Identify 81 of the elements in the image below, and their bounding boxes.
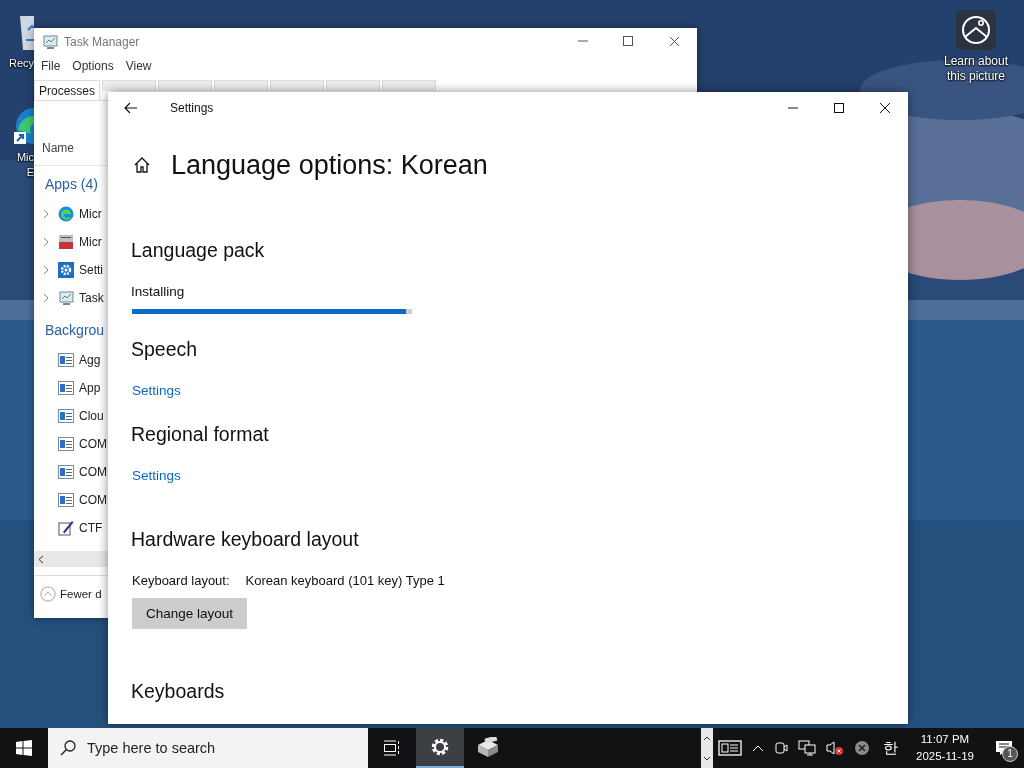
- section-heading: Keyboards: [131, 679, 225, 704]
- process-name[interactable]: Micr: [79, 235, 102, 249]
- scroll-left-icon[interactable]: [38, 554, 44, 564]
- search-field[interactable]: Type here to search: [48, 728, 368, 768]
- field-value: Korean keyboard (101 key) Type 1: [245, 572, 445, 590]
- muted-speaker-icon[interactable]: [826, 740, 844, 756]
- settings-link[interactable]: Settings: [132, 466, 181, 486]
- settings-link[interactable]: Settings: [132, 381, 181, 401]
- window-icon: [58, 353, 74, 367]
- toolbox-icon: [58, 234, 74, 250]
- task-view-icon[interactable]: [383, 740, 401, 756]
- column-header[interactable]: Name: [42, 141, 74, 155]
- scroll-up-icon[interactable]: [703, 735, 711, 741]
- search-icon: [60, 740, 76, 756]
- window-icon: [58, 437, 74, 451]
- window-icon: [58, 465, 74, 479]
- fewer-details-link[interactable]: Fewer d: [60, 588, 102, 600]
- group-header: Apps (4): [45, 176, 98, 192]
- network-icon[interactable]: [798, 740, 816, 756]
- window-icon: [58, 381, 74, 395]
- scrollbar[interactable]: [34, 551, 108, 567]
- close-icon[interactable]: [667, 35, 681, 48]
- window-title: Settings: [170, 101, 215, 115]
- page-heading: Language options: Korean: [171, 149, 488, 181]
- process-name[interactable]: CTF: [79, 521, 103, 535]
- camera-icon[interactable]: [774, 740, 788, 756]
- process-name[interactable]: Micr: [79, 207, 102, 221]
- app-icon: [42, 33, 58, 50]
- home-icon[interactable]: [133, 156, 151, 174]
- maximize-icon[interactable]: [621, 35, 635, 48]
- picture-info-label[interactable]: Learn about this picture: [938, 54, 1014, 84]
- desktop-icon-label[interactable]: Recy: [8, 56, 34, 71]
- notification-badge: 1: [1002, 746, 1018, 762]
- chevron-icon[interactable]: [43, 293, 49, 303]
- back-arrow-icon[interactable]: [124, 102, 138, 114]
- window-icon: [58, 493, 74, 507]
- group-header: Backgrou: [45, 322, 105, 338]
- clock-time[interactable]: 11:07 PM: [920, 731, 970, 748]
- chevron-icon[interactable]: [43, 209, 49, 219]
- process-name[interactable]: COM: [79, 465, 107, 479]
- section-heading: Regional format: [131, 422, 269, 447]
- package-icon: [476, 737, 500, 757]
- picture-info-icon[interactable]: [956, 10, 996, 50]
- chevron-icon[interactable]: [43, 265, 49, 275]
- news-icon[interactable]: [718, 740, 742, 756]
- process-name[interactable]: COM: [79, 493, 107, 507]
- process-name[interactable]: Agg: [79, 353, 101, 367]
- window-title: Task Manager: [64, 34, 141, 49]
- maximize-icon[interactable]: [833, 102, 845, 114]
- chevron-up-icon[interactable]: [752, 744, 764, 752]
- browser-icon[interactable]: [14, 106, 34, 146]
- clock-date[interactable]: 2025-11-19: [916, 748, 974, 765]
- chevron-icon[interactable]: [43, 237, 49, 247]
- menu-item[interactable]: View: [121, 59, 156, 73]
- desktop-icon-label[interactable]: Mic E: [16, 150, 34, 180]
- status-text: Installing: [131, 283, 185, 301]
- process-name[interactable]: Clou: [79, 409, 104, 423]
- process-name[interactable]: Task: [79, 291, 104, 305]
- process-name[interactable]: COM: [79, 437, 107, 451]
- monitor-icon: [58, 290, 74, 306]
- pen-icon: [58, 520, 74, 536]
- start-icon[interactable]: [16, 740, 32, 756]
- input-method-indicator[interactable]: 한: [875, 738, 906, 758]
- gear-icon: [58, 262, 74, 278]
- window-icon: [58, 409, 74, 423]
- change-layout-button[interactable]: Change layout: [132, 598, 248, 629]
- close-icon[interactable]: [879, 102, 891, 114]
- error-icon[interactable]: [854, 740, 870, 756]
- scroll-down-icon[interactable]: [703, 755, 711, 761]
- gear-icon: [430, 737, 450, 757]
- tab[interactable]: Processes: [34, 80, 101, 100]
- menu-item[interactable]: Options: [68, 59, 118, 73]
- menu-item[interactable]: File: [37, 59, 65, 73]
- browser-icon: [58, 206, 74, 222]
- section-heading: Speech: [131, 337, 198, 362]
- section-heading: Language pack: [131, 238, 265, 263]
- process-name[interactable]: App: [79, 381, 101, 395]
- section-heading: Hardware keyboard layout: [131, 527, 359, 552]
- taskbar-app[interactable]: [416, 728, 464, 768]
- process-name[interactable]: Setti: [79, 263, 103, 277]
- field-label: Keyboard layout:: [132, 572, 230, 590]
